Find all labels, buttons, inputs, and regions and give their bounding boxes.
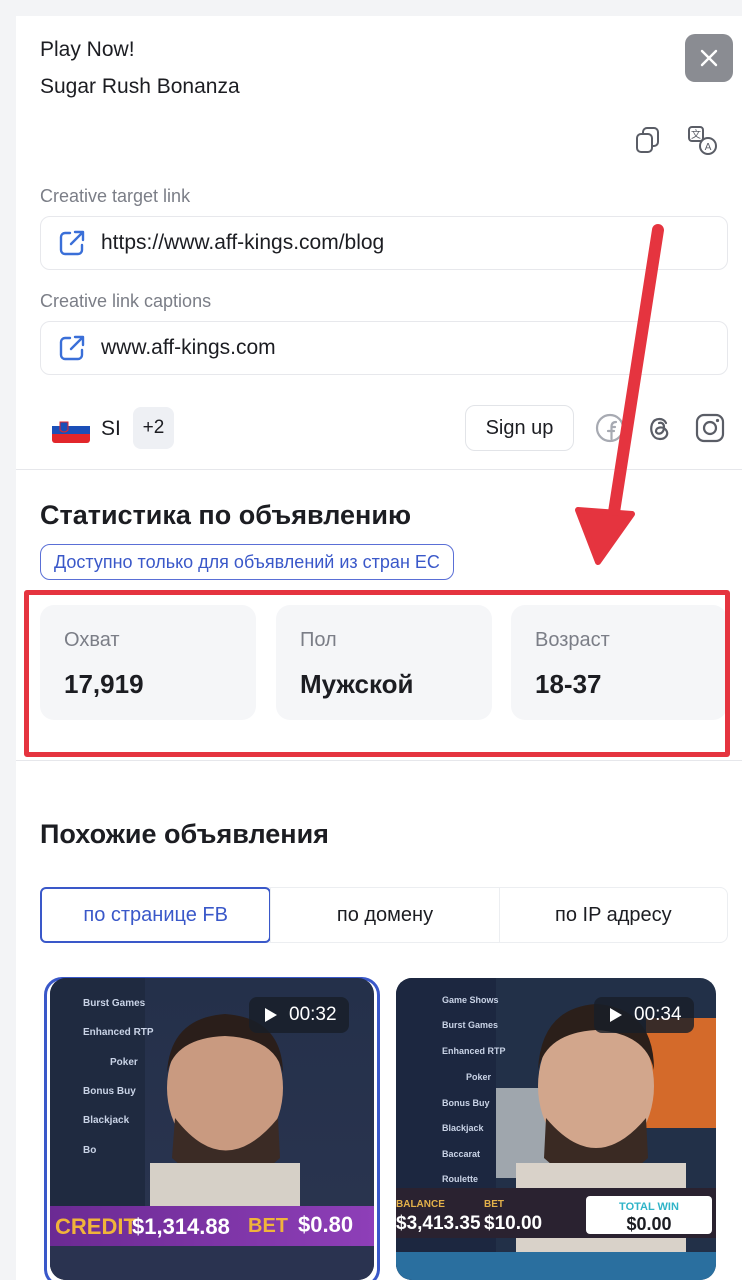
more-countries-badge[interactable]: +2 (133, 407, 174, 449)
copy-icon (636, 127, 659, 153)
video-duration: 00:32 (249, 997, 349, 1033)
menu-item: Blackjack (442, 1123, 485, 1133)
total-win-value: $0.00 (626, 1214, 671, 1234)
menu-item: Poker (466, 1072, 492, 1082)
balance-label: BALANCE (396, 1199, 445, 1210)
stats-section-title: Статистика по объявлению (40, 500, 411, 530)
target-link-label: Creative target link (40, 186, 191, 206)
ad-details-panel: Play Now! Sugar Rush Bonanza 文 A Creativ… (0, 0, 742, 1280)
svg-text:文: 文 (691, 128, 701, 141)
translate-icon: 文 A (688, 126, 717, 155)
target-link-field[interactable]: https://www.aff-kings.com/blog (40, 216, 728, 270)
tab-by-fb-page[interactable]: по странице FB (40, 887, 272, 943)
highlight-frame (24, 590, 730, 757)
similar-section-title: Похожие объявления (40, 819, 329, 849)
balance-value: $3,413.35 (396, 1213, 481, 1234)
bet-value: $0.80 (298, 1212, 353, 1237)
top-edge (0, 0, 742, 16)
caption-link-value[interactable]: www.aff-kings.com (101, 336, 276, 360)
left-edge (0, 0, 16, 1280)
menu-item: Game Shows (442, 995, 499, 1005)
bet-value: $10.00 (484, 1213, 542, 1234)
menu-item: Blackjack (83, 1115, 130, 1126)
external-link-icon (59, 230, 85, 256)
external-link-icon (59, 335, 85, 361)
threads-link[interactable] (644, 412, 676, 444)
country-code: SI (101, 417, 121, 440)
signup-button[interactable]: Sign up (465, 405, 574, 451)
divider (16, 469, 742, 470)
total-win-label: TOTAL WIN (619, 1201, 679, 1213)
menu-item: Bonus Buy (442, 1098, 490, 1108)
ad-title: Play Now! (40, 38, 135, 61)
menu-item: Baccarat (442, 1149, 480, 1159)
facebook-icon (595, 413, 625, 443)
duration-text: 00:34 (634, 1004, 682, 1025)
menu-item: Burst Games (442, 1020, 498, 1030)
bet-label: BET (484, 1199, 504, 1210)
close-icon (700, 49, 718, 67)
menu-item: Poker (110, 1057, 138, 1068)
menu-item: Bo (83, 1145, 96, 1156)
menu-item: Roulette (442, 1174, 478, 1184)
menu-item: Burst Games (83, 998, 146, 1009)
target-link-value[interactable]: https://www.aff-kings.com/blog (101, 231, 384, 255)
instagram-link[interactable] (694, 412, 726, 444)
bet-label: BET (248, 1215, 288, 1237)
menu-item: Bonus Buy (83, 1086, 136, 1097)
caption-link-field[interactable]: www.aff-kings.com (40, 321, 728, 375)
eu-only-notice: Доступно только для объявлений из стран … (40, 544, 454, 580)
copy-button[interactable] (632, 124, 664, 156)
video-duration: 00:34 (594, 997, 694, 1033)
ad-subtitle: Sugar Rush Bonanza (40, 75, 240, 98)
translate-button[interactable]: 文 A (686, 124, 718, 156)
svg-text:A: A (705, 142, 712, 153)
play-icon (610, 1008, 622, 1022)
credit-label: CREDIT (55, 1214, 137, 1239)
play-icon (265, 1008, 277, 1022)
caption-label: Creative link captions (40, 291, 212, 311)
threads-icon (650, 417, 669, 441)
facebook-link[interactable] (594, 412, 626, 444)
instagram-icon (695, 413, 725, 443)
similar-tabs: по странице FB по домену по IP адресу (40, 887, 728, 943)
divider (16, 760, 742, 761)
duration-text: 00:32 (289, 1004, 337, 1025)
menu-item: Enhanced RTP (83, 1027, 154, 1038)
credit-value: $1,314.88 (132, 1214, 230, 1239)
close-button[interactable] (685, 34, 733, 82)
tab-by-domain[interactable]: по домену (270, 888, 498, 942)
slovenia-flag-icon (52, 417, 90, 443)
menu-item: Enhanced RTP (442, 1046, 506, 1056)
tab-by-ip[interactable]: по IP адресу (498, 888, 727, 942)
